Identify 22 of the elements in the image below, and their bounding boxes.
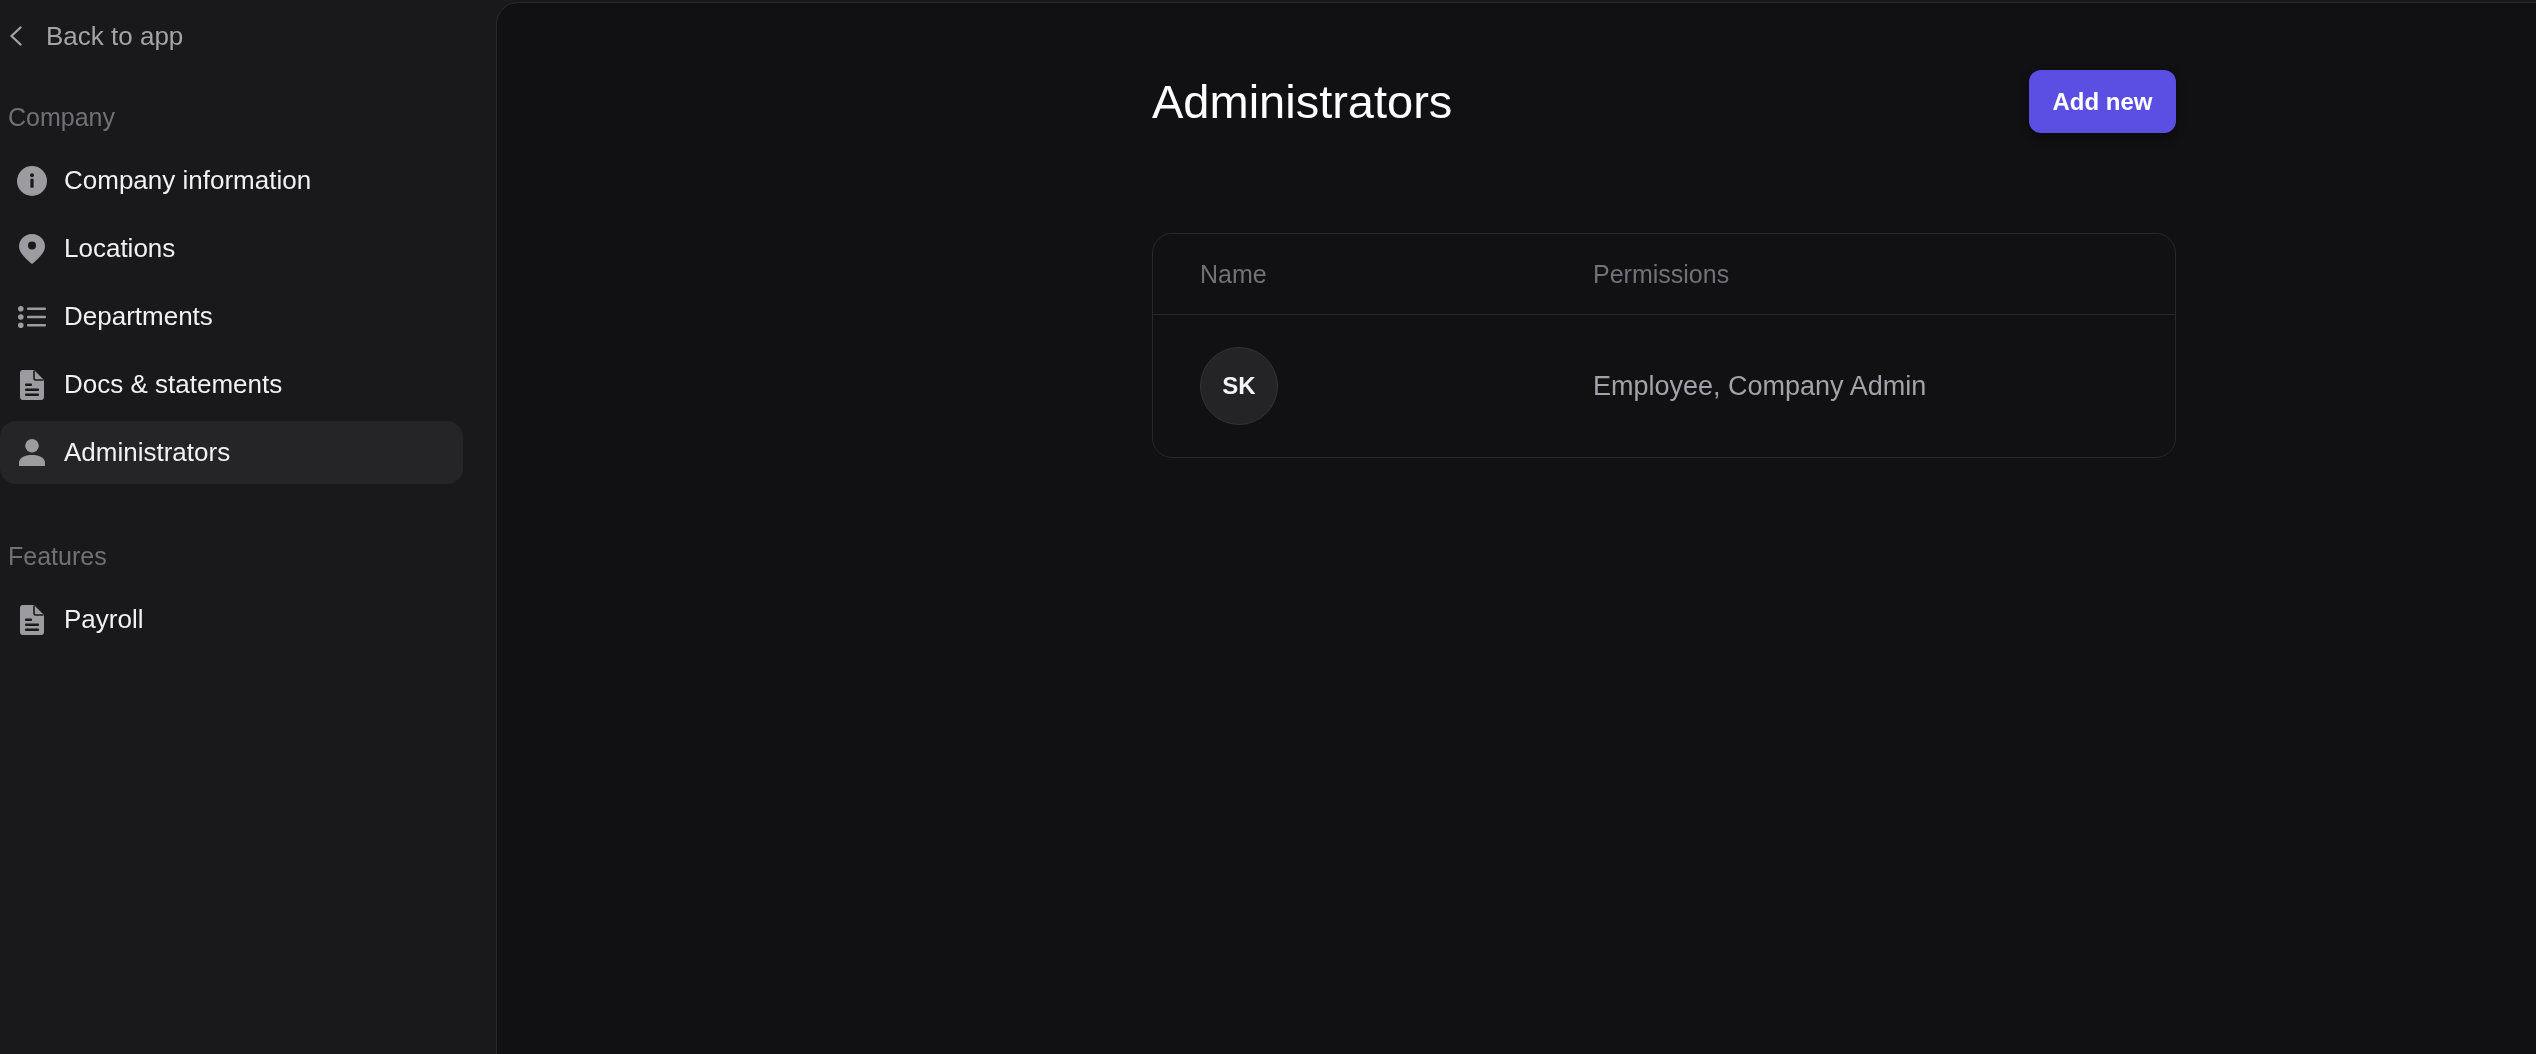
document-icon bbox=[20, 369, 44, 400]
person-icon bbox=[19, 439, 45, 466]
sidebar-item[interactable]: Docs & statements bbox=[0, 353, 463, 416]
page-title: Administrators bbox=[1152, 73, 1453, 130]
section-label: Company bbox=[7, 102, 115, 132]
table-cell: Employee, Company Admin bbox=[1593, 370, 1927, 402]
chevron-left-icon bbox=[10, 26, 22, 46]
back-link[interactable]: Back to app bbox=[0, 16, 190, 56]
add-new-button[interactable]: Add new bbox=[2029, 70, 2176, 133]
sidebar-item[interactable]: Administrators bbox=[0, 421, 463, 484]
sidebar-item[interactable]: Departments bbox=[0, 285, 463, 348]
avatar: SK bbox=[1200, 347, 1278, 425]
sidebar-item[interactable]: Company information bbox=[0, 149, 463, 212]
document-icon bbox=[20, 604, 44, 635]
info-icon bbox=[17, 165, 47, 196]
sidebar-item[interactable]: Payroll bbox=[0, 588, 463, 651]
sidebar-item[interactable]: Locations bbox=[0, 217, 463, 280]
column-header: Name bbox=[1200, 259, 1267, 288]
map-pin-icon bbox=[19, 233, 45, 264]
section-label: Features bbox=[7, 541, 107, 571]
column-header: Permissions bbox=[1593, 259, 1730, 288]
list-icon bbox=[18, 305, 46, 328]
